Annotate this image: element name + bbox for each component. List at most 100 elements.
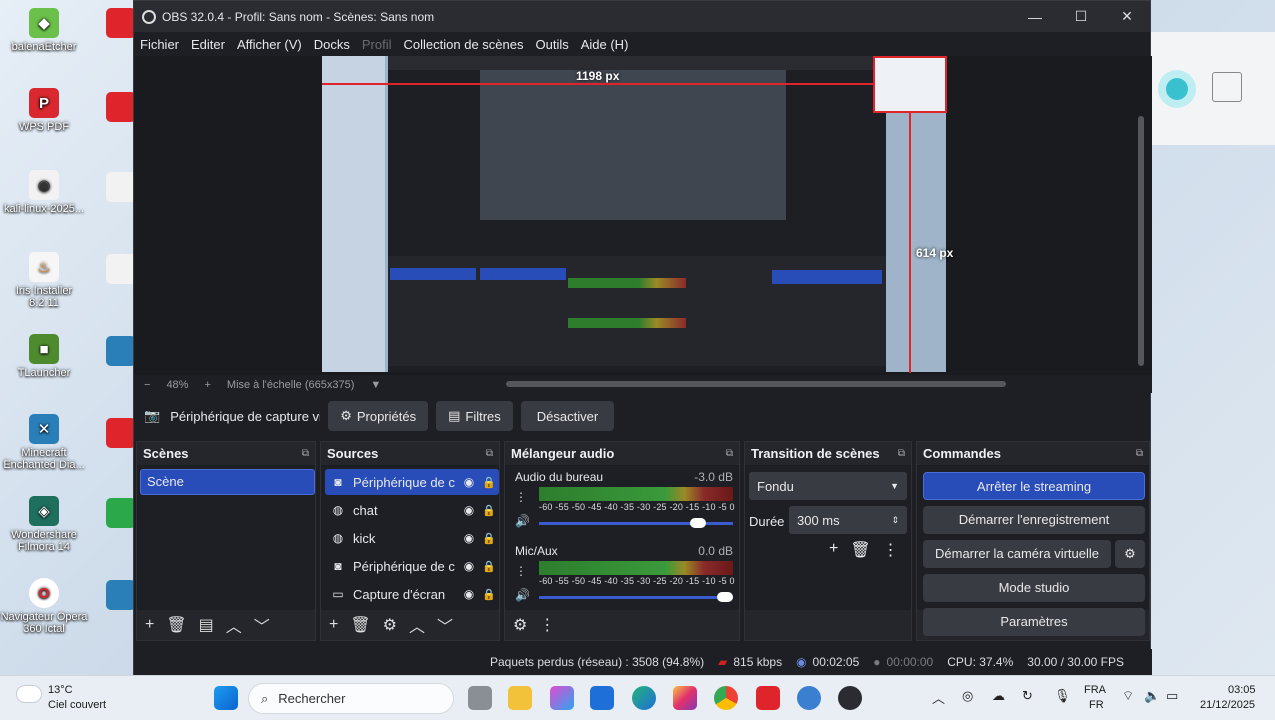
desktop-icon-partial[interactable] bbox=[106, 580, 136, 610]
source-item[interactable]: ◍ chat ◉ 🔒 bbox=[325, 497, 499, 523]
clock-date[interactable]: 21/12/2025 bbox=[1200, 699, 1255, 711]
menu-docks[interactable]: Docks bbox=[314, 37, 350, 52]
file-explorer-icon[interactable] bbox=[508, 686, 532, 710]
selected-source-box[interactable] bbox=[873, 56, 947, 113]
desktop-icon-opera[interactable]: O Navigateur Opera 360 Ictal bbox=[0, 578, 88, 635]
title-bar[interactable]: OBS 32.0.4 - Profil: Sans nom - Scènes: … bbox=[134, 1, 1150, 32]
edge-icon[interactable] bbox=[632, 686, 656, 710]
trash-icon[interactable]: 🗑 bbox=[350, 615, 370, 635]
studio-mode-button[interactable]: Mode studio bbox=[923, 574, 1145, 602]
weather-desc[interactable]: Ciel couvert bbox=[48, 699, 106, 711]
weather-temp[interactable]: 13°C bbox=[48, 684, 73, 696]
menu-fichier[interactable]: Fichier bbox=[140, 37, 179, 52]
lock-icon[interactable]: 🔒 bbox=[479, 532, 499, 545]
menu-afficher[interactable]: Afficher (V) bbox=[237, 37, 302, 52]
gear-icon[interactable]: ⚙ bbox=[383, 615, 397, 635]
eye-icon[interactable]: ◉ bbox=[459, 587, 479, 601]
menu-aide[interactable]: Aide (H) bbox=[581, 37, 629, 52]
more-icon[interactable]: ⋮ bbox=[515, 564, 527, 578]
float-icon[interactable]: ⧉ bbox=[1136, 448, 1143, 459]
eye-icon[interactable]: ◉ bbox=[459, 475, 479, 489]
zoom-out-icon[interactable]: − bbox=[144, 379, 150, 391]
desktop-icon-iris[interactable]: ♨ Iris Installer 8.2.11 bbox=[0, 252, 88, 309]
volume-knob[interactable] bbox=[717, 592, 733, 602]
desktop-icon-partial[interactable] bbox=[106, 172, 136, 202]
obs-taskbar-icon[interactable] bbox=[838, 686, 862, 710]
minimize-icon[interactable]: — bbox=[1012, 9, 1058, 25]
start-virtual-camera-button[interactable]: Démarrer la caméra virtuelle bbox=[923, 540, 1111, 568]
menu-collection[interactable]: Collection de scènes bbox=[404, 37, 524, 52]
menu-outils[interactable]: Outils bbox=[535, 37, 568, 52]
transition-select[interactable]: Fondu ▼ bbox=[749, 472, 907, 500]
obs-window[interactable]: OBS 32.0.4 - Profil: Sans nom - Scènes: … bbox=[133, 0, 1152, 675]
instagram-icon[interactable] bbox=[673, 686, 697, 710]
add-icon[interactable]: + bbox=[145, 616, 154, 634]
tray-sync-icon[interactable]: ↻ bbox=[1022, 688, 1033, 704]
volume-slider[interactable] bbox=[539, 592, 733, 602]
menu-editer[interactable]: Editer bbox=[191, 37, 225, 52]
maximize-icon[interactable]: ☐ bbox=[1058, 8, 1104, 25]
lock-icon[interactable]: 🔒 bbox=[479, 504, 499, 517]
volume-slider[interactable] bbox=[539, 518, 733, 528]
app-icon[interactable] bbox=[797, 686, 821, 710]
eye-icon[interactable]: ◉ bbox=[459, 503, 479, 517]
scene-item[interactable]: Scène bbox=[140, 469, 315, 495]
speaker-icon[interactable]: 🔊 bbox=[515, 514, 530, 528]
eye-icon[interactable]: ◉ bbox=[459, 559, 479, 573]
float-icon[interactable]: ⧉ bbox=[898, 448, 905, 459]
wifi-icon[interactable]: ⌔ bbox=[1122, 688, 1134, 704]
language-secondary[interactable]: FR bbox=[1089, 699, 1104, 711]
scale-mode[interactable]: Mise à l'échelle (665x375) bbox=[227, 379, 354, 391]
lock-icon[interactable]: 🔒 bbox=[479, 560, 499, 573]
float-icon[interactable]: ⧉ bbox=[726, 448, 733, 459]
language-primary[interactable]: FRA bbox=[1084, 684, 1106, 696]
gear-icon[interactable]: ⚙ bbox=[513, 615, 527, 635]
menu-profil[interactable]: Profil bbox=[362, 37, 392, 52]
volume-knob[interactable] bbox=[690, 518, 707, 528]
hscroll-thumb[interactable] bbox=[506, 381, 1006, 387]
desktop-icon-tlauncher[interactable]: ■ TLauncher bbox=[0, 334, 88, 379]
start-recording-button[interactable]: Démarrer l'enregistrement bbox=[923, 506, 1145, 534]
chrome-icon[interactable] bbox=[714, 686, 738, 710]
spin-arrows-icon[interactable]: ⇕ bbox=[891, 515, 899, 526]
settings-button[interactable]: Paramètres bbox=[923, 608, 1145, 636]
virtual-camera-settings-icon[interactable]: ⚙ bbox=[1115, 540, 1145, 568]
add-icon[interactable]: + bbox=[829, 540, 838, 560]
trash-icon[interactable]: 🗑 bbox=[166, 615, 186, 635]
chevron-up-icon[interactable]: ︿ bbox=[409, 613, 425, 637]
zoom-in-icon[interactable]: + bbox=[204, 379, 210, 391]
filters-button[interactable]: ▤ Filtres bbox=[436, 401, 513, 431]
desktop-icon-partial[interactable] bbox=[106, 8, 136, 38]
chevron-down-icon[interactable]: ﹀ bbox=[254, 613, 270, 637]
chevron-down-icon[interactable]: ▼ bbox=[370, 379, 381, 391]
more-icon[interactable]: ⋮ bbox=[883, 540, 899, 560]
preview-canvas[interactable]: 1198 px 614 px bbox=[134, 56, 1152, 376]
duration-spinbox[interactable]: 300 ms ⇕ bbox=[789, 506, 907, 534]
desktop-icon-partial[interactable] bbox=[106, 92, 136, 122]
battery-icon[interactable]: ▭ bbox=[1166, 688, 1178, 704]
task-view-icon[interactable] bbox=[468, 686, 492, 710]
eye-icon[interactable]: ◉ bbox=[459, 531, 479, 545]
desktop-icon-partial[interactable] bbox=[106, 498, 136, 528]
search-box[interactable]: ⌕ Rechercher bbox=[248, 683, 454, 714]
lock-icon[interactable]: 🔒 bbox=[479, 588, 499, 601]
more-icon[interactable]: ⋮ bbox=[539, 615, 555, 635]
lock-icon[interactable]: 🔒 bbox=[479, 476, 499, 489]
copilot-icon[interactable] bbox=[550, 686, 574, 710]
desktop-icon-filmora[interactable]: ◈ Wondershare Filmora 14 bbox=[0, 496, 88, 553]
store-icon[interactable] bbox=[590, 686, 614, 710]
properties-button[interactable]: ⚙ Propriétés bbox=[328, 401, 429, 431]
chevron-up-icon[interactable]: ︿ bbox=[226, 613, 242, 637]
desktop-icon-partial[interactable] bbox=[106, 418, 136, 448]
desktop-icon-wps[interactable]: P WPS PDF bbox=[0, 88, 88, 133]
chevron-down-icon[interactable]: ﹀ bbox=[437, 613, 453, 637]
tray-cloud-icon[interactable]: ☁ bbox=[992, 688, 1005, 704]
desktop-icon-partial[interactable] bbox=[106, 254, 136, 284]
youtube-icon[interactable] bbox=[756, 686, 780, 710]
desktop-icon-minecraft[interactable]: ✕ Minecraft Enchanted Dia... bbox=[0, 414, 88, 471]
source-item[interactable]: ◍ kick ◉ 🔒 bbox=[325, 525, 499, 551]
clock-time[interactable]: 03:05 bbox=[1228, 684, 1256, 696]
speaker-icon[interactable]: 🔊 bbox=[515, 588, 530, 602]
deactivate-button[interactable]: Désactiver bbox=[520, 401, 615, 431]
volume-icon[interactable]: 🔈 bbox=[1144, 688, 1160, 704]
